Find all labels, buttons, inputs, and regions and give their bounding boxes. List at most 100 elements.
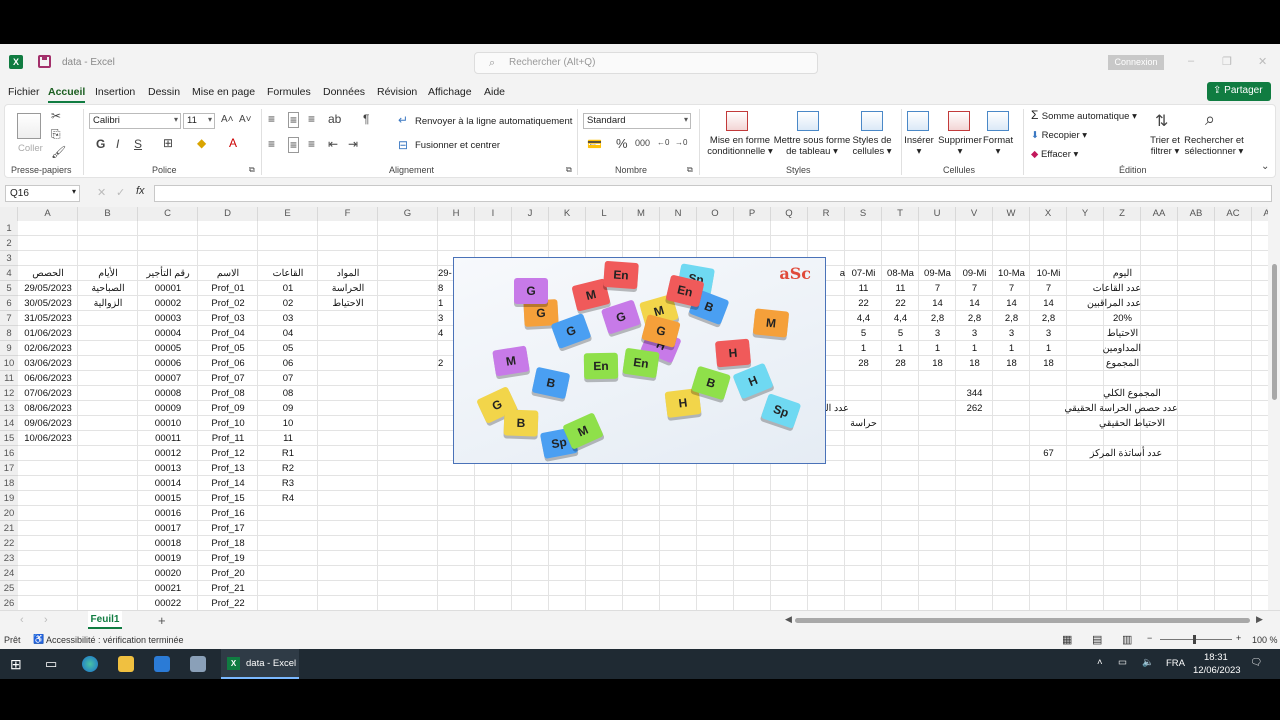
row-header[interactable]: 14 <box>0 416 18 431</box>
date-cell[interactable]: 03/06/2023 <box>18 356 78 371</box>
column-header[interactable]: X <box>1030 207 1067 221</box>
value-cell[interactable]: 2,8 <box>919 311 956 326</box>
value-cell[interactable]: 3 <box>956 326 993 341</box>
column-header[interactable]: M <box>623 207 660 221</box>
value-cell[interactable]: 3 <box>1030 326 1067 341</box>
vertical-scroll-thumb[interactable] <box>1272 264 1277 400</box>
maximize-icon[interactable]: ❐ <box>1222 55 1232 68</box>
name-cell[interactable]: Prof_02 <box>198 296 258 311</box>
menu-affichage[interactable]: Affichage <box>428 86 472 98</box>
row-header[interactable]: 9 <box>0 341 18 356</box>
insert-button[interactable]: Insérer ▾ <box>904 135 934 157</box>
name-cell[interactable]: Prof_20 <box>198 566 258 581</box>
date-header-cell[interactable]: 10-Ma <box>993 266 1030 281</box>
find-select-button[interactable]: Rechercher et sélectionner ▾ <box>1181 135 1247 157</box>
task-view-icon[interactable]: ▭ <box>45 656 61 672</box>
date-cell[interactable]: 01/06/2023 <box>18 326 78 341</box>
label-cell[interactable]: الاحتياط <box>1104 326 1141 341</box>
column-header[interactable]: S <box>845 207 882 221</box>
row-header[interactable]: 16 <box>0 446 18 461</box>
id-cell[interactable]: 00019 <box>138 551 198 566</box>
value-cell[interactable]: 3 <box>919 326 956 341</box>
row-header[interactable]: 13 <box>0 401 18 416</box>
name-cell[interactable]: Prof_01 <box>198 281 258 296</box>
value-cell[interactable]: 7 <box>1030 281 1067 296</box>
room-cell[interactable]: 03 <box>258 311 318 326</box>
formula-input[interactable] <box>154 185 1272 202</box>
date-cell[interactable]: 02/06/2023 <box>18 341 78 356</box>
label-cell[interactable]: المجموع <box>1104 356 1141 371</box>
font-color-icon[interactable]: A <box>229 136 237 150</box>
cell-styles-button[interactable]: Styles de cellules ▾ <box>849 135 895 157</box>
cancel-icon[interactable]: ✕ <box>97 186 106 199</box>
name-cell[interactable]: Prof_17 <box>198 521 258 536</box>
format-painter-icon[interactable]: 🖌 <box>51 145 66 159</box>
subject-cell[interactable]: الحراسة <box>318 281 378 296</box>
row-header[interactable]: 21 <box>0 521 18 536</box>
id-cell[interactable]: 00017 <box>138 521 198 536</box>
close-icon[interactable]: ✕ <box>1258 55 1267 68</box>
column-header[interactable]: E <box>258 207 318 221</box>
date-header-cell[interactable]: 08-Ma <box>882 266 919 281</box>
value-cell[interactable]: 11 <box>845 281 882 296</box>
increase-decimal-icon[interactable]: ←0 <box>657 138 669 147</box>
align-top-icon[interactable]: ≡ <box>268 112 275 126</box>
id-cell[interactable]: 00016 <box>138 506 198 521</box>
align-center-icon[interactable]: ≡ <box>288 137 300 153</box>
id-cell[interactable]: 00010 <box>138 416 198 431</box>
clock-date[interactable]: 12/06/2023 <box>1193 665 1241 676</box>
menu-donnees[interactable]: Données <box>323 86 365 98</box>
name-cell[interactable]: Prof_22 <box>198 596 258 610</box>
row-header[interactable]: 11 <box>0 371 18 386</box>
value-cell[interactable]: 18 <box>993 356 1030 371</box>
percent-icon[interactable]: % <box>616 136 628 151</box>
notification-icon[interactable]: 🗨 <box>1250 657 1262 668</box>
value-cell[interactable]: 2,8 <box>993 311 1030 326</box>
next-sheet-icon[interactable]: › <box>44 614 48 626</box>
number-format-select[interactable]: Standard <box>583 113 691 129</box>
insert-function-icon[interactable]: fx <box>136 185 145 197</box>
menu-accueil[interactable]: Accueil <box>48 86 86 103</box>
store-icon[interactable] <box>154 656 170 672</box>
label-cell[interactable]: عدد القاعات <box>1093 281 1141 296</box>
alignment-launcher-icon[interactable]: ⧉ <box>566 165 572 175</box>
clear-button[interactable]: ◆ Effacer ▾ <box>1031 149 1078 160</box>
value-cell[interactable]: 18 <box>1030 356 1067 371</box>
value-cell[interactable]: 22 <box>845 296 882 311</box>
id-cell[interactable]: 00018 <box>138 536 198 551</box>
font-launcher-icon[interactable]: ⧉ <box>249 165 255 175</box>
zoom-in-icon[interactable]: + <box>1236 633 1241 643</box>
value-cell[interactable]: 3 <box>993 326 1030 341</box>
menu-dessin[interactable]: Dessin <box>148 86 180 98</box>
date-cell[interactable]: 31/05/2023 <box>18 311 78 326</box>
row-header[interactable]: 4 <box>0 266 18 281</box>
room-cell[interactable]: R3 <box>258 476 318 491</box>
label-cell[interactable]: الاحتياط الحقيقي <box>1086 416 1178 431</box>
increase-indent-icon[interactable]: ⇥ <box>348 137 358 151</box>
share-button[interactable]: ⇪ Partager <box>1207 82 1271 101</box>
room-cell[interactable]: 08 <box>258 386 318 401</box>
connexion-button[interactable]: Connexion <box>1108 55 1164 70</box>
format-button[interactable]: Format ▾ <box>983 135 1013 157</box>
thousands-icon[interactable]: 000 <box>635 138 650 148</box>
label-cell[interactable]: المداومين <box>1103 341 1141 356</box>
cell[interactable]: حراسة <box>845 416 882 431</box>
wrap-text-button[interactable]: Renvoyer à la ligne automatiquement <box>415 116 572 127</box>
prev-sheet-icon[interactable]: ‹ <box>20 614 24 626</box>
menu-mise-en-page[interactable]: Mise en page <box>192 86 255 98</box>
search-box[interactable]: ⌕ Rechercher (Alt+Q) <box>474 52 818 74</box>
header-cell[interactable]: الحصص <box>18 266 78 281</box>
id-cell[interactable]: 00015 <box>138 491 198 506</box>
spreadsheet-grid[interactable]: 1 2 3 4 5 6 7 8 9 10 11 12 13 14 15 16 17 18 19 20 21 22 23 24 2… <box>0 221 1268 610</box>
minimize-icon[interactable]: – <box>1188 55 1194 67</box>
column-header[interactable]: W <box>993 207 1030 221</box>
bold-icon[interactable]: G <box>96 137 105 151</box>
column-header[interactable]: H <box>438 207 475 221</box>
align-right-icon[interactable]: ≡ <box>308 137 315 151</box>
column-header[interactable]: AC <box>1215 207 1252 221</box>
language-indicator[interactable]: FRA <box>1166 658 1185 669</box>
value-cell[interactable]: 2,8 <box>956 311 993 326</box>
row-header[interactable]: 12 <box>0 386 18 401</box>
day-cell[interactable]: الصباحية <box>78 281 138 296</box>
name-cell[interactable]: Prof_03 <box>198 311 258 326</box>
